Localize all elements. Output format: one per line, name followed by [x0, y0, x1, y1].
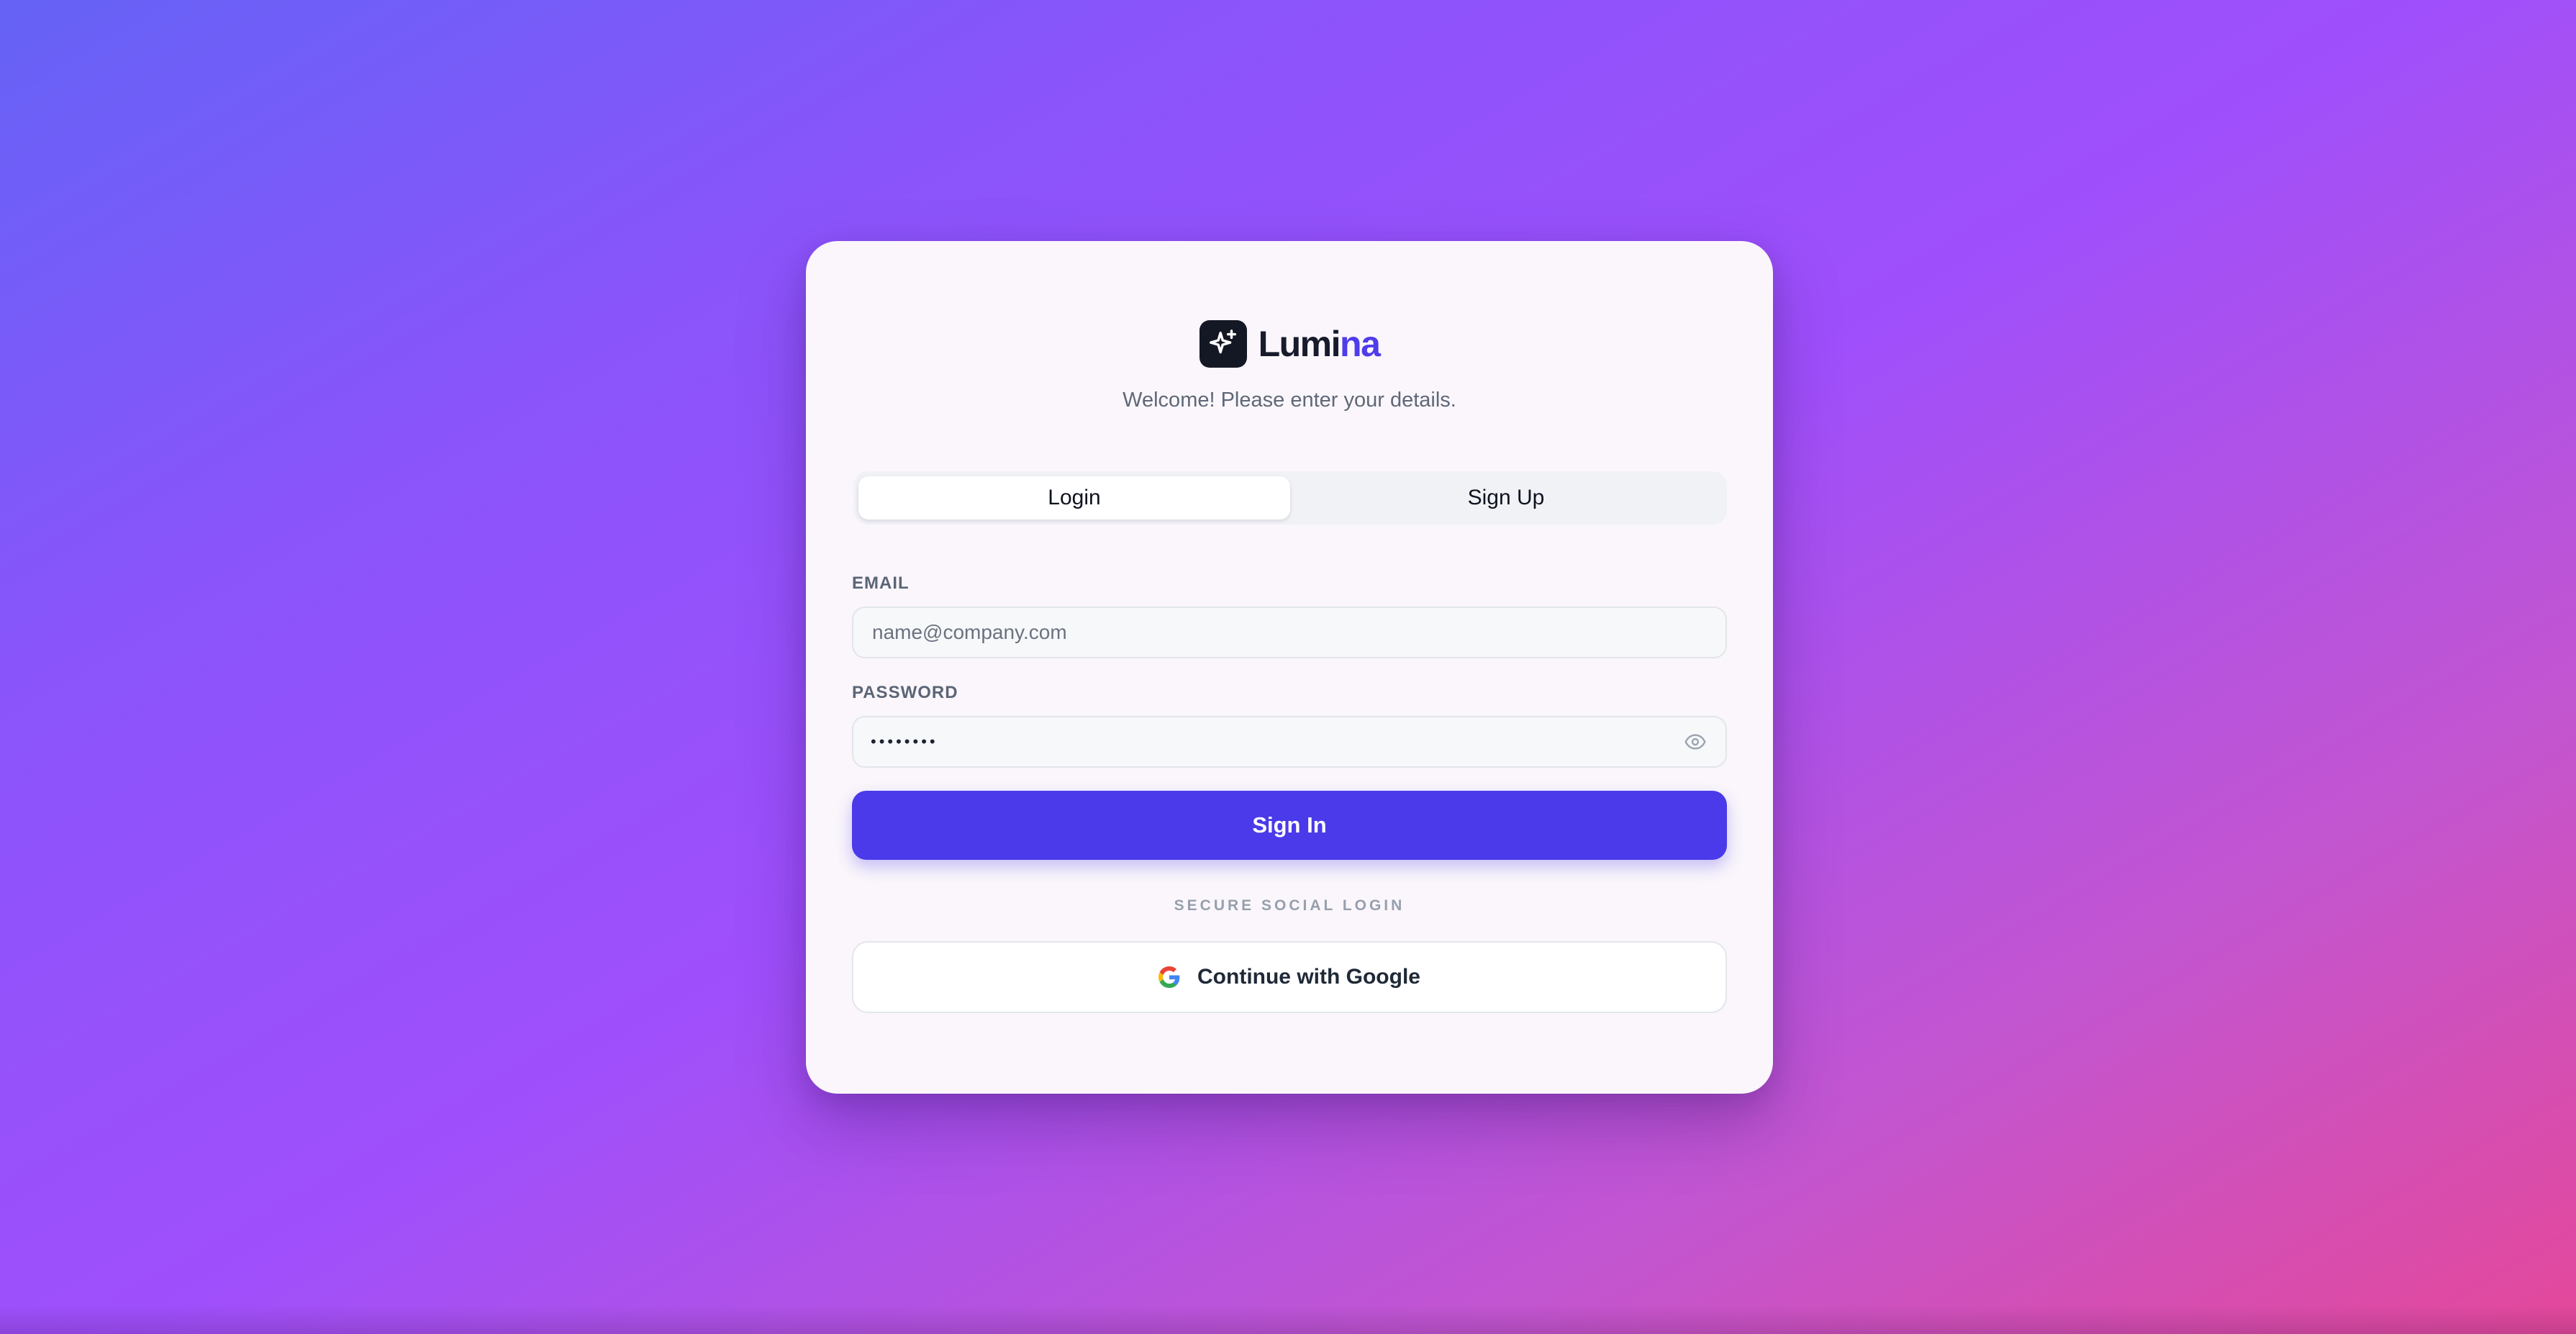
sign-in-button[interactable]: Sign In	[852, 791, 1727, 860]
google-login-button[interactable]: Continue with Google	[852, 941, 1727, 1013]
password-label: PASSWORD	[852, 683, 958, 702]
tab-sign-up[interactable]: Sign Up	[1290, 476, 1722, 519]
email-field[interactable]	[871, 620, 1708, 645]
email-label: EMAIL	[852, 573, 910, 593]
tab-login[interactable]: Login	[858, 476, 1290, 519]
brand-name-accent: na	[1340, 324, 1381, 364]
brand-name: Lumina	[1258, 324, 1381, 364]
welcome-subtitle: Welcome! Please enter your details.	[1123, 389, 1456, 412]
sparkles-icon	[1209, 330, 1236, 354]
email-field-wrapper	[852, 607, 1727, 658]
brand-name-primary: Lumi	[1258, 324, 1341, 364]
login-card: Lumina Welcome! Please enter your detail…	[806, 241, 1773, 1094]
eye-icon	[1684, 734, 1706, 750]
social-login-divider: SECURE SOCIAL LOGIN	[1174, 897, 1405, 914]
password-field-wrapper: ••••••••	[852, 716, 1727, 768]
password-field[interactable]: ••••••••	[871, 732, 1682, 751]
google-login-label: Continue with Google	[1197, 965, 1420, 989]
brand-header: Lumina	[806, 320, 1773, 368]
password-visibility-toggle[interactable]	[1682, 729, 1708, 755]
logo	[1199, 320, 1247, 368]
google-icon	[1158, 966, 1180, 988]
auth-tabs: Login Sign Up	[853, 471, 1727, 525]
background-shade	[0, 1305, 2576, 1334]
